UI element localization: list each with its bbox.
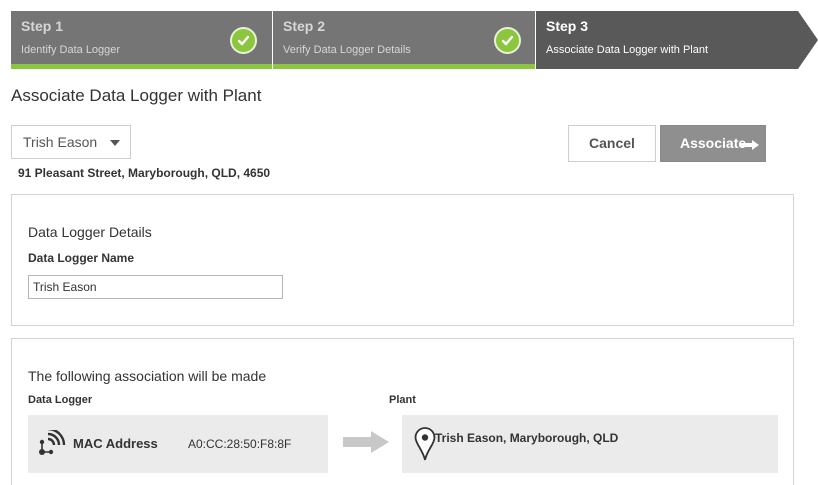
- map-pin-icon: [414, 427, 436, 461]
- step-3-subtitle: Associate Data Logger with Plant: [546, 44, 709, 56]
- associate-button-label: Associate: [680, 135, 747, 151]
- plant-address: 91 Pleasant Street, Maryborough, QLD, 46…: [18, 166, 271, 180]
- page-title: Associate Data Logger with Plant: [11, 86, 262, 105]
- plant-name: Trish Eason, Maryborough, QLD: [435, 431, 619, 445]
- plant-column-label: Plant: [389, 394, 416, 406]
- step-2-title: Step 2: [283, 18, 326, 34]
- data-logger-details-panel: Data Logger Details Data Logger Name: [11, 194, 794, 326]
- check-circle-icon: [494, 27, 521, 54]
- step-3: Step 3 Associate Data Logger with Plant: [536, 11, 798, 69]
- owner-select-value: Trish Eason: [23, 134, 98, 150]
- step-2: Step 2 Verify Data Logger Details: [273, 11, 535, 69]
- owner-select[interactable]: Trish Eason: [11, 125, 131, 159]
- arrow-right-icon: [343, 431, 389, 453]
- wizard-steps: Step 1 Identify Data Logger Step 2 Verif…: [11, 11, 818, 69]
- step-3-title: Step 3: [546, 18, 589, 34]
- mac-address-label: MAC Address: [73, 436, 158, 451]
- arrow-right-icon: [741, 140, 759, 150]
- data-logger-name-input[interactable]: [28, 275, 283, 299]
- details-title: Data Logger Details: [28, 224, 152, 240]
- cancel-button[interactable]: Cancel: [568, 125, 656, 162]
- chevron-down-icon: [110, 140, 120, 146]
- step-2-progress-bar: [273, 64, 535, 69]
- check-circle-icon: [230, 27, 257, 54]
- step-1-title: Step 1: [21, 18, 64, 34]
- plant-card: Trish Eason, Maryborough, QLD: [402, 415, 778, 473]
- associate-button[interactable]: Associate: [660, 125, 766, 162]
- data-logger-name-label: Data Logger Name: [28, 251, 135, 265]
- mac-address-value: A0:CC:28:50:F8:8F: [188, 437, 292, 451]
- step-1-subtitle: Identify Data Logger: [21, 44, 121, 56]
- step-1-progress-bar: [11, 64, 272, 69]
- association-panel: The following association will be made D…: [11, 338, 794, 485]
- association-title: The following association will be made: [28, 368, 267, 384]
- wifi-signal-icon: [39, 430, 66, 455]
- data-logger-card: MAC Address A0:CC:28:50:F8:8F: [28, 415, 328, 473]
- data-logger-column-label: Data Logger: [28, 394, 93, 406]
- step-1: Step 1 Identify Data Logger: [11, 11, 272, 69]
- step-2-subtitle: Verify Data Logger Details: [283, 44, 411, 56]
- step-arrow-tip: [798, 11, 818, 69]
